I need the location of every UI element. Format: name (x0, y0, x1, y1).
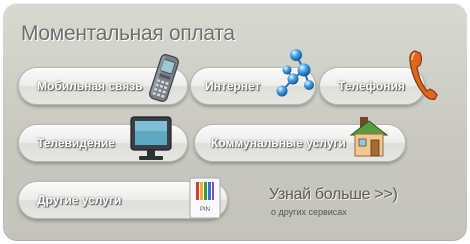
mobile-service-label: Мобильная связь (37, 79, 143, 93)
learn-more-link[interactable]: Узнай больше >>) о других сервисах (269, 186, 419, 222)
tv-service-label: Телевидение (37, 136, 115, 150)
mobile-phone-icon (149, 54, 179, 102)
utilities-service-label: Коммунальные услуги (211, 136, 346, 150)
payment-panel: Моментальная оплата Мобильная связь Инте… (3, 3, 467, 241)
telephony-service-label: Телефония (338, 79, 405, 93)
learn-more-subtitle: о других сервисах (271, 207, 347, 217)
panel-title: Моментальная оплата (21, 22, 235, 45)
learn-more-text: Узнай больше (269, 186, 371, 203)
pin-text: PIN (200, 207, 210, 213)
learn-more-title: Узнай больше >>) (269, 186, 398, 204)
telephone-handset-icon (409, 50, 438, 100)
house-icon (349, 117, 389, 157)
learn-more-arrows: >>) (374, 186, 398, 203)
pin-card-icon: PIN (189, 177, 221, 219)
molecule-network-icon (276, 49, 314, 97)
other-services-label: Другие услуги (37, 193, 122, 207)
tv-icon (130, 116, 172, 160)
internet-service-label: Интернет (205, 79, 261, 93)
